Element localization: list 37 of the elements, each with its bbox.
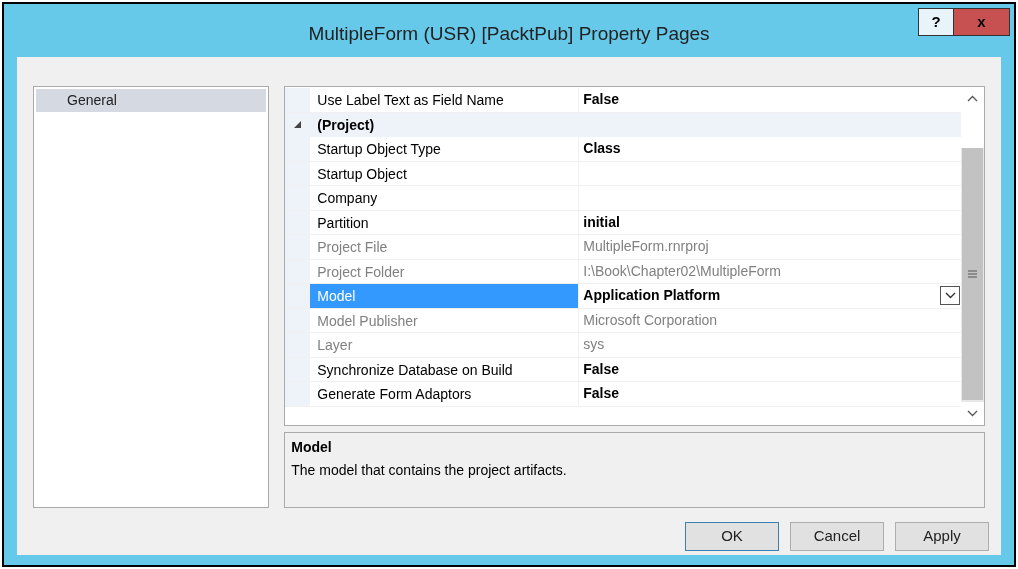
dropdown-button[interactable] — [940, 286, 960, 306]
scrollbar[interactable] — [961, 87, 984, 425]
property-value[interactable]: I:\Book\Chapter02\MultipleForm — [583, 260, 781, 282]
property-name[interactable]: Project Folder — [310, 259, 580, 283]
property-value[interactable]: Application Platform — [583, 285, 721, 307]
caret-icon — [944, 292, 956, 300]
property-name[interactable]: Startup Object — [310, 161, 580, 185]
property-value[interactable]: MultipleForm.rnrproj — [583, 236, 709, 258]
category-label: (Project) — [316, 115, 375, 135]
help-button[interactable]: ? — [918, 8, 954, 36]
property-value[interactable]: sys — [583, 334, 605, 356]
description-title: Model — [291, 438, 333, 457]
property-value[interactable]: Microsoft Corporation — [583, 309, 718, 331]
dialog-button[interactable]: Apply — [895, 522, 989, 551]
property-name[interactable]: Company — [310, 186, 580, 210]
property-name[interactable]: Partition — [310, 210, 580, 234]
scroll-down-icon[interactable] — [961, 402, 984, 425]
property-name[interactable]: Startup Object Type — [310, 137, 580, 161]
scroll-thumb[interactable] — [962, 148, 983, 400]
property-name[interactable]: Model Publisher — [310, 308, 580, 332]
dialog-button[interactable]: Cancel — [790, 522, 884, 551]
property-name[interactable]: Use Label Text as Field Name — [310, 88, 580, 112]
description-text: The model that contains the project artifacts. — [291, 461, 568, 480]
close-button[interactable]: x — [954, 8, 1010, 36]
property-value[interactable]: initial — [583, 211, 620, 233]
dialog-button[interactable]: OK — [685, 522, 779, 551]
property-name[interactable]: Layer — [310, 333, 580, 357]
property-value[interactable]: False — [583, 358, 620, 380]
window-title: MultipleForm (USR) [PacktPub] Property Pages — [307, 22, 711, 46]
property-value[interactable]: Class — [583, 138, 621, 160]
expanded-icon[interactable] — [294, 121, 302, 129]
property-name[interactable]: Generate Form Adaptors — [310, 382, 580, 406]
property-value[interactable]: False — [583, 89, 620, 111]
property-name[interactable]: Project File — [310, 235, 580, 259]
property-name[interactable]: Synchronize Database on Build — [310, 357, 580, 381]
property-value[interactable]: False — [583, 383, 620, 405]
sidebar-item[interactable]: General — [36, 89, 267, 112]
